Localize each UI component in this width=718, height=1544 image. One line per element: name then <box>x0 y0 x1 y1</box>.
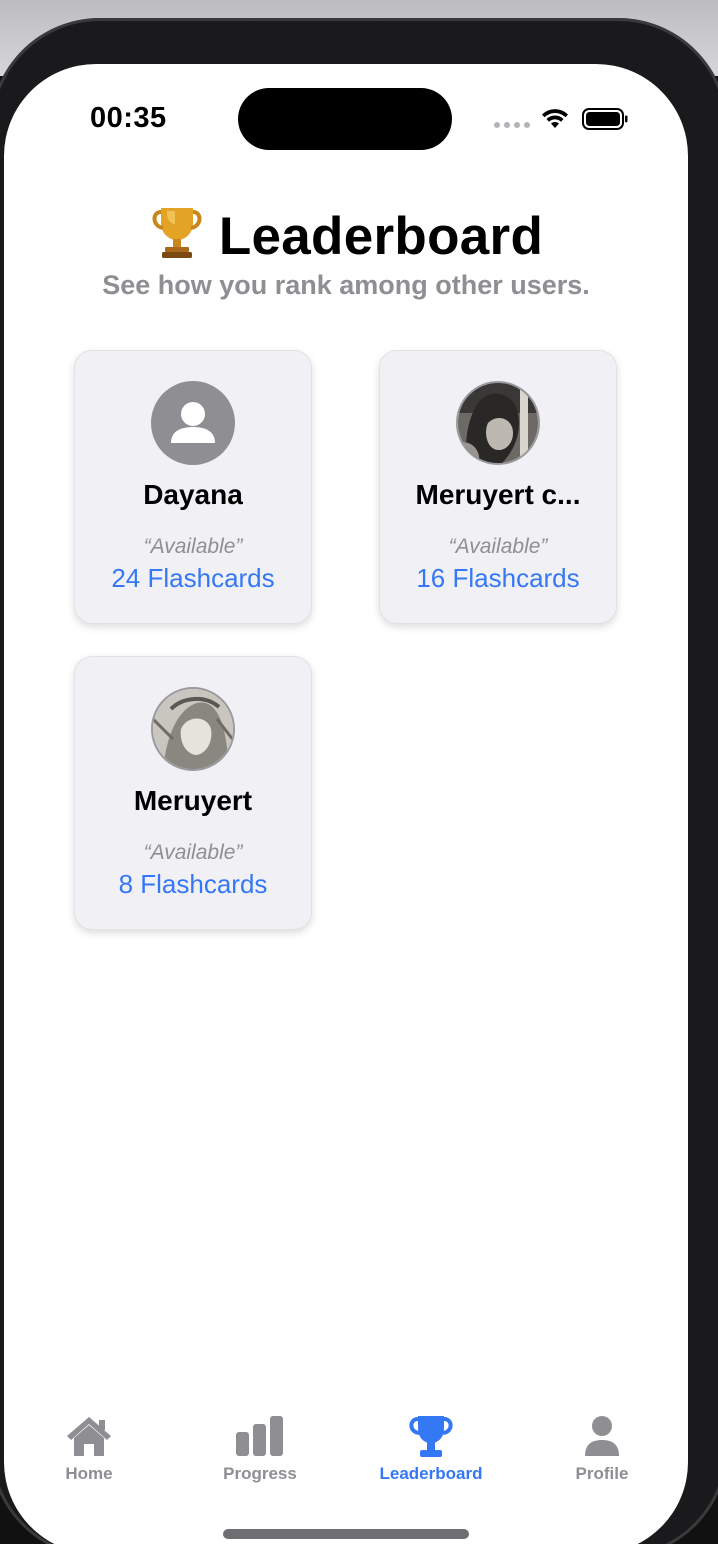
battery-icon <box>582 108 628 130</box>
trophy-icon <box>409 1416 453 1457</box>
tab-home[interactable]: Home <box>14 1414 164 1484</box>
leaderboard-card[interactable]: Dayana “Available” 24 Flashcards <box>74 350 312 624</box>
tab-progress[interactable]: Progress <box>185 1414 335 1484</box>
bar-chart-icon <box>236 1416 283 1456</box>
tab-label: Progress <box>223 1464 297 1483</box>
wifi-icon <box>542 109 568 128</box>
leaderboard-card[interactable]: Meruyert c... “Available” 16 Flashcards <box>379 350 617 624</box>
dynamic-island <box>238 88 452 150</box>
tab-leaderboard[interactable]: Leaderboard <box>356 1414 506 1484</box>
house-icon <box>67 1417 111 1456</box>
home-indicator[interactable] <box>223 1529 469 1539</box>
phone-frame: 00:35 Leaderboard See how you rank among… <box>0 18 718 1544</box>
user-avatar <box>456 381 540 465</box>
user-name: Meruyert c... <box>415 479 581 510</box>
person-icon <box>585 1416 619 1456</box>
flashcard-count: 16 Flashcards <box>416 563 580 593</box>
page-subtitle: See how you rank among other users. <box>102 270 590 300</box>
trophy-icon <box>152 208 202 258</box>
tab-label: Home <box>65 1464 113 1483</box>
page-title: Leaderboard <box>218 207 544 266</box>
default-avatar-icon <box>151 381 235 465</box>
app-screen: 00:35 Leaderboard See how you rank among… <box>4 64 688 1544</box>
user-status: “Available” <box>143 841 243 864</box>
flashcard-count: 8 Flashcards <box>118 869 268 899</box>
user-status: “Available” <box>448 535 548 558</box>
flashcard-count: 24 Flashcards <box>111 563 275 593</box>
user-status: “Available” <box>143 535 243 558</box>
user-name: Meruyert <box>133 785 253 816</box>
tab-bar: Home Progress Leaderboard Profile <box>4 1414 688 1504</box>
tab-profile[interactable]: Profile <box>527 1414 677 1484</box>
status-time: 00:35 <box>90 102 167 134</box>
user-avatar <box>151 687 235 771</box>
tab-label: Leaderboard <box>379 1464 483 1483</box>
leaderboard-card[interactable]: Meruyert “Available” 8 Flashcards <box>74 656 312 930</box>
page-header: Leaderboard <box>4 202 688 267</box>
user-name: Dayana <box>143 479 243 510</box>
tab-label: Profile <box>575 1464 629 1483</box>
cellular-signal-icon <box>494 122 530 128</box>
